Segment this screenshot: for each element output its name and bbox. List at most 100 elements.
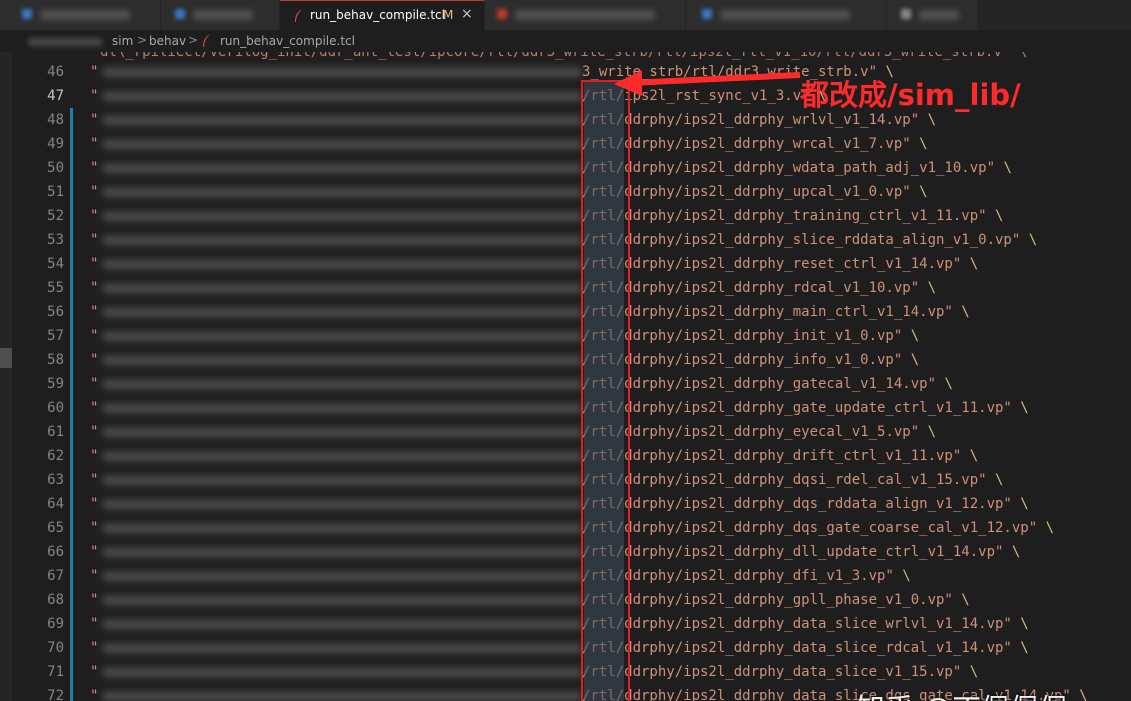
tab-blurred-4[interactable]	[686, 0, 887, 30]
tab-label: run_behav_compile.tcl	[310, 8, 445, 22]
string-quote: "	[90, 328, 99, 344]
modified-gutter-marker[interactable]	[70, 612, 73, 636]
redacted-path	[102, 548, 582, 557]
modified-gutter-marker[interactable]	[70, 588, 73, 612]
code-line[interactable]: 52 " /rtl/ddrphy/ips2l_ddrphy_training_ctr…	[0, 204, 1131, 228]
modified-gutter-marker[interactable]	[70, 564, 73, 588]
code-line[interactable]: 70 " /rtl/ddrphy/ips2l_ddrphy_data_slice_r…	[0, 636, 1131, 660]
modified-gutter-marker[interactable]	[70, 300, 73, 324]
modified-gutter-marker[interactable]	[70, 324, 73, 348]
modified-gutter-marker[interactable]	[70, 468, 73, 492]
string-quote: "	[90, 352, 99, 368]
redacted-path	[102, 260, 582, 269]
tab-blurred-1[interactable]	[0, 0, 161, 30]
string-quote: "	[90, 496, 99, 512]
code-line[interactable]: 49 " /rtl/ddrphy/ips2l_ddrphy_wrcal_v1_7.v…	[0, 132, 1131, 156]
code-text: /rtl/ddrphy/ips2l_ddrphy_dfi_v1_3.vp" \	[582, 568, 911, 584]
code-text: /rtl/ddrphy/ips2l_ddrphy_rdcal_v1_10.vp"…	[582, 280, 937, 296]
code-line[interactable]: 54 " /rtl/ddrphy/ips2l_ddrphy_reset_ctrl_v…	[0, 252, 1131, 276]
modified-gutter-marker[interactable]	[70, 372, 73, 396]
line-number: 63	[47, 472, 64, 488]
modified-gutter-marker[interactable]	[70, 276, 73, 300]
code-line[interactable]: 63 " /rtl/ddrphy/ips2l_ddrphy_dqsi_rdel_ca…	[0, 468, 1131, 492]
modified-gutter-marker[interactable]	[70, 660, 73, 684]
line-number: 64	[47, 496, 64, 512]
modified-gutter-marker[interactable]	[70, 492, 73, 516]
code-line[interactable]: 69 " /rtl/ddrphy/ips2l_ddrphy_data_slice_w…	[0, 612, 1131, 636]
line-number: 72	[47, 688, 64, 701]
modified-gutter-marker[interactable]	[70, 228, 73, 252]
code-line[interactable]: 65 " /rtl/ddrphy/ips2l_ddrphy_dqs_gate_coa…	[0, 516, 1131, 540]
string-quote: "	[90, 160, 99, 176]
line-number: 67	[47, 568, 64, 584]
modified-gutter-marker[interactable]	[70, 516, 73, 540]
string-quote: "	[90, 592, 99, 608]
tab-label-blurred	[193, 10, 253, 20]
line-number: 50	[47, 160, 64, 176]
code-line[interactable]: 60 " /rtl/ddrphy/ips2l_ddrphy_gate_update_…	[0, 396, 1131, 420]
code-line[interactable]: 58 " /rtl/ddrphy/ips2l_ddrphy_info_v1_0.vp…	[0, 348, 1131, 372]
modified-gutter-marker[interactable]	[70, 684, 73, 701]
modified-gutter-marker[interactable]	[70, 636, 73, 660]
modified-gutter-marker[interactable]	[70, 540, 73, 564]
tab-blurred-5[interactable]	[887, 0, 978, 30]
line-number: 49	[47, 136, 64, 152]
line-number: 71	[47, 664, 64, 680]
redacted-path	[102, 428, 582, 437]
modified-gutter-marker[interactable]	[70, 108, 73, 132]
tab-run-behav-compile[interactable]: run_behav_compile.tcl M ×	[280, 0, 485, 31]
tab-label-blurred	[40, 10, 130, 20]
code-editor[interactable]: dl\_rpiliect/verilog_init/ddr_ant_test/i…	[0, 52, 1131, 701]
code-line[interactable]: 55 " /rtl/ddrphy/ips2l_ddrphy_rdcal_v1_10.…	[0, 276, 1131, 300]
modified-gutter-marker[interactable]	[70, 348, 73, 372]
code-line[interactable]: 50 " /rtl/ddrphy/ips2l_ddrphy_wdata_path_a…	[0, 156, 1131, 180]
code-text: /rtl/ddrphy/ips2l_ddrphy_info_v1_0.vp" \	[582, 352, 920, 368]
watermark: 知乎 @丁佩佩佩	[856, 686, 1068, 701]
chevron-right-icon: >	[137, 33, 148, 47]
code-text: /rtl/ddrphy/ips2l_ddrphy_eyecal_v1_5.vp"…	[582, 424, 937, 440]
code-line[interactable]: 61 " /rtl/ddrphy/ips2l_ddrphy_eyecal_v1_5.…	[0, 420, 1131, 444]
code-line[interactable]: 59 " /rtl/ddrphy/ips2l_ddrphy_gatecal_v1_1…	[0, 372, 1131, 396]
code-line[interactable]: 71 " /rtl/ddrphy/ips2l_ddrphy_data_slice_v…	[0, 660, 1131, 684]
line-number: 69	[47, 616, 64, 632]
code-text: /rtl/ddrphy/ips2l_ddrphy_data_slice_wrlv…	[582, 616, 1029, 632]
code-line[interactable]: 67 " /rtl/ddrphy/ips2l_ddrphy_dfi_v1_3.vp"…	[0, 564, 1131, 588]
string-quote: "	[90, 184, 99, 200]
breadcrumb-blurred	[28, 38, 102, 46]
code-text: /rtl/ddrphy/ips2l_ddrphy_dqs_rddata_alig…	[582, 496, 1029, 512]
modified-gutter-marker[interactable]	[70, 204, 73, 228]
code-line[interactable]: 64 " /rtl/ddrphy/ips2l_ddrphy_dqs_rddata_a…	[0, 492, 1131, 516]
modified-gutter-marker[interactable]	[70, 420, 73, 444]
code-line[interactable]: 56 " /rtl/ddrphy/ips2l_ddrphy_main_ctrl_v1…	[0, 300, 1131, 324]
code-line[interactable]: 53 " /rtl/ddrphy/ips2l_ddrphy_slice_rddata…	[0, 228, 1131, 252]
modified-gutter-marker[interactable]	[70, 132, 73, 156]
tab-blurred-2[interactable]	[161, 0, 280, 30]
redacted-path	[102, 284, 582, 293]
modified-indicator: M	[443, 8, 454, 22]
code-text: /rtl/ddrphy/ips2l_ddrphy_init_v1_0.vp" \	[582, 328, 920, 344]
line-number: 52	[47, 208, 64, 224]
string-quote: "	[90, 88, 99, 104]
code-line[interactable]: 51 " /rtl/ddrphy/ips2l_ddrphy_upcal_v1_0.v…	[0, 180, 1131, 204]
annotation-text: 都改成/sim_lib/	[800, 78, 1021, 112]
code-text: /rtl/ddrphy/ips2l_ddrphy_gpll_phase_v1_0…	[582, 592, 970, 608]
code-line[interactable]: 66 " /rtl/ddrphy/ips2l_ddrphy_dll_update_c…	[0, 540, 1131, 564]
line-number: 62	[47, 448, 64, 464]
code-line[interactable]: 68 " /rtl/ddrphy/ips2l_ddrphy_gpll_phase_v…	[0, 588, 1131, 612]
redacted-path	[102, 572, 582, 581]
modified-gutter-marker[interactable]	[70, 252, 73, 276]
modified-gutter-marker[interactable]	[70, 156, 73, 180]
breadcrumb-item-behav[interactable]: behav	[149, 34, 186, 48]
code-line[interactable]: 57 " /rtl/ddrphy/ips2l_ddrphy_init_v1_0.vp…	[0, 324, 1131, 348]
modified-gutter-marker[interactable]	[70, 444, 73, 468]
string-quote: "	[90, 136, 99, 152]
breadcrumb-item-sim[interactable]: sim	[112, 34, 133, 48]
code-line[interactable]: 62 " /rtl/ddrphy/ips2l_ddrphy_drift_ctrl_v…	[0, 444, 1131, 468]
breadcrumb-item-file[interactable]: run_behav_compile.tcl	[220, 34, 355, 48]
tab-blurred-3[interactable]	[485, 0, 686, 30]
string-quote: "	[90, 208, 99, 224]
modified-gutter-marker[interactable]	[70, 396, 73, 420]
line-number: 51	[47, 184, 64, 200]
modified-gutter-marker[interactable]	[70, 180, 73, 204]
close-icon[interactable]: ×	[461, 6, 473, 22]
